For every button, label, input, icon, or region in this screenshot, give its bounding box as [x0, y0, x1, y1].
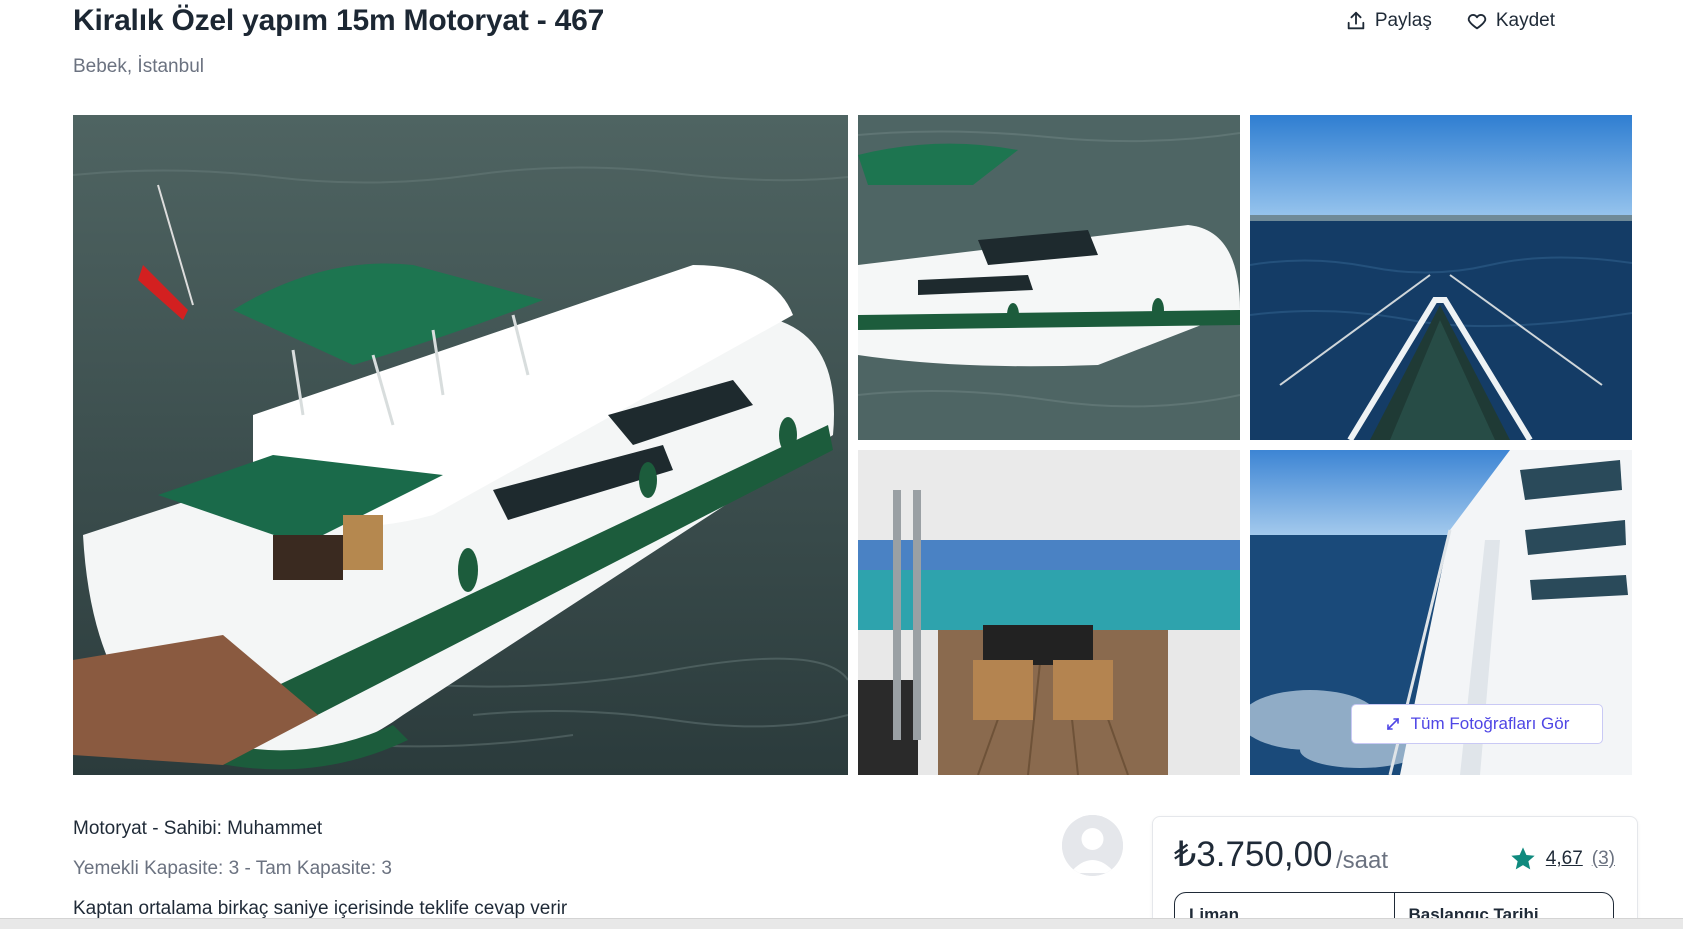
share-button[interactable]: Paylaş	[1345, 10, 1432, 32]
page-title: Kiralık Özel yapım 15m Motoryat - 467	[73, 4, 605, 37]
horizontal-scrollbar[interactable]	[0, 918, 1683, 929]
expand-icon	[1386, 718, 1399, 730]
view-all-photos-label: Tüm Fotoğrafları Gör	[1410, 714, 1570, 733]
booking-card: ₺3.750,00 /saat 4,67 (3) Liman Başlangıç…	[1152, 816, 1638, 929]
rating-value[interactable]: 4,67	[1546, 848, 1583, 870]
gallery-main-photo[interactable]	[73, 115, 848, 775]
share-icon	[1347, 11, 1365, 30]
rating-count[interactable]: (3)	[1592, 848, 1615, 870]
gallery-photo-3[interactable]	[858, 450, 1240, 775]
boat-capacity: Yemekli Kapasite: 3 - Tam Kapasite: 3	[73, 858, 392, 879]
view-all-photos-button[interactable]: Tüm Fotoğrafları Gör	[1351, 704, 1603, 744]
photo-gallery	[73, 115, 1632, 775]
gallery-photo-2[interactable]	[1250, 115, 1632, 440]
listing-location: Bebek, İstanbul	[73, 56, 204, 77]
share-label: Paylaş	[1374, 10, 1432, 31]
header-actions: Paylaş Kaydet	[1345, 10, 1555, 32]
owner-avatar[interactable]	[1062, 815, 1123, 876]
heart-icon	[1467, 14, 1487, 30]
captain-response-time: Kaptan ortalama birkaç saniye içerisinde…	[73, 898, 568, 919]
rating[interactable]: 4,67 (3)	[1509, 845, 1615, 873]
save-label: Kaydet	[1495, 10, 1555, 31]
star-icon	[1511, 847, 1535, 870]
boat-type-owner: Motoryat - Sahibi: Muhammet	[73, 818, 323, 839]
price-amount: ₺3.750,00	[1174, 835, 1333, 874]
gallery-photo-1[interactable]	[858, 115, 1240, 440]
price-unit: /saat	[1336, 847, 1389, 874]
save-button[interactable]: Kaydet	[1466, 10, 1555, 32]
user-placeholder-icon	[1062, 815, 1123, 876]
